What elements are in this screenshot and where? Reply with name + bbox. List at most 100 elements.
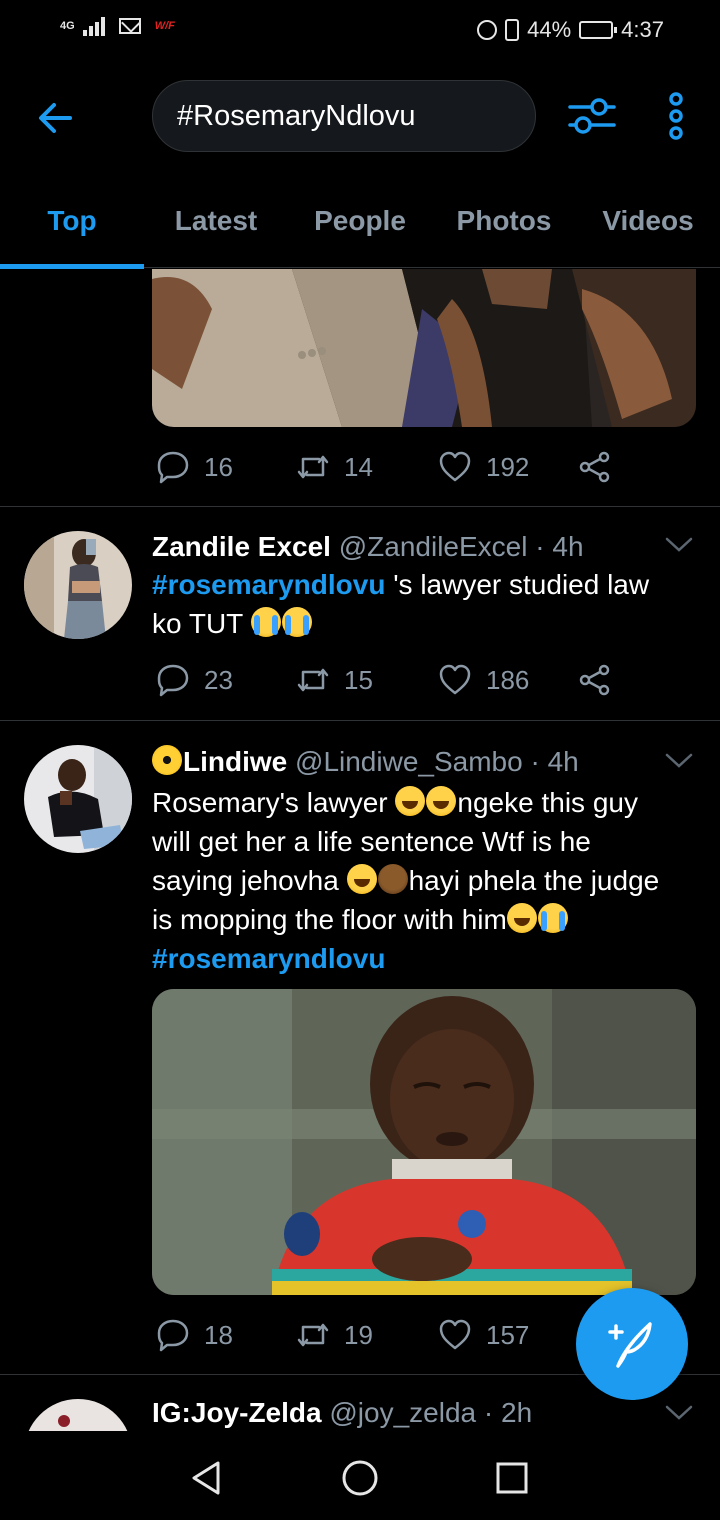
reply-count: 23	[204, 664, 233, 695]
mail-icon	[118, 18, 141, 34]
avatar[interactable]	[24, 531, 132, 639]
system-back-button[interactable]	[186, 1458, 226, 1498]
retweet-count: 14	[344, 451, 373, 482]
back-arrow-icon	[39, 103, 72, 133]
status-left: 4G W/F	[60, 16, 175, 36]
tab-people[interactable]: People	[288, 180, 432, 268]
tweet-author-handle[interactable]: @joy_zelda	[329, 1397, 476, 1428]
crying-emoji-icon	[537, 903, 568, 933]
tweet-author-handle[interactable]: @Lindiwe_Sambo	[295, 746, 523, 777]
tweet-text-line: Rosemary's lawyer	[152, 787, 396, 818]
crying-emoji-icon	[250, 607, 281, 637]
retweet-icon	[297, 1323, 329, 1347]
like-count: 157	[486, 1319, 530, 1350]
tweet-media-photo[interactable]	[152, 989, 696, 1295]
top-bar: #RosemaryNdlovu	[0, 60, 720, 180]
retweet-button[interactable]: 19	[296, 1318, 373, 1352]
like-icon	[439, 1319, 471, 1350]
avatar-image	[24, 745, 132, 853]
home-circle-icon	[342, 1460, 378, 1496]
like-count: 186	[486, 664, 530, 695]
tweet-media-photo[interactable]	[152, 269, 696, 427]
tweet-feed[interactable]: 16 14 192 Zandile Excel @ZandileExcel · …	[0, 269, 720, 1431]
tweet-time: · 4h	[530, 746, 579, 777]
system-home-button[interactable]	[340, 1458, 380, 1498]
laughing-emoji-icon	[506, 903, 537, 933]
back-triangle-icon	[192, 1461, 220, 1495]
tab-latest[interactable]: Latest	[144, 180, 288, 268]
like-count: 192	[486, 451, 530, 482]
share-button[interactable]	[578, 450, 612, 484]
more-vertical-icon	[669, 92, 683, 140]
compose-tweet-button[interactable]	[576, 1288, 688, 1400]
tweet-text: #rosemaryndlovu 's lawyer studied law ko…	[152, 565, 702, 643]
carrier-badge: W/F	[154, 20, 175, 32]
like-button[interactable]: 186	[438, 663, 529, 697]
search-tabs: Top Latest People Photos Videos	[0, 180, 720, 269]
tweet-text-line: ko TUT	[152, 608, 251, 639]
tweet-text-line: will get her a life sentence Wtf is he	[152, 826, 591, 857]
status-right: 44% 4:37	[477, 17, 664, 43]
avatar[interactable]	[24, 745, 132, 853]
avatar-image	[24, 531, 132, 639]
tweet-author-name[interactable]: IG:Joy-Zelda	[152, 1397, 322, 1428]
reply-count: 18	[204, 1319, 233, 1350]
tweet-menu-button[interactable]	[664, 1403, 694, 1423]
tweet-menu-button[interactable]	[664, 535, 694, 555]
alarm-icon	[477, 20, 498, 40]
tweet-text-line: hayi phela the judge	[408, 865, 660, 896]
tweet-text-line: is mopping the floor with him	[152, 904, 507, 935]
retweet-icon	[297, 455, 329, 479]
like-icon	[439, 451, 471, 482]
tweet-actions: 18 19 157	[152, 1318, 622, 1358]
status-bar: 4G W/F 44% 4:37	[0, 0, 720, 60]
battery-icon	[579, 21, 618, 39]
tweet-author-handle[interactable]: @ZandileExcel	[339, 531, 528, 562]
retweet-button[interactable]: 15	[296, 663, 373, 697]
tweet-text-line: saying jehovha	[152, 865, 347, 896]
back-button[interactable]	[34, 96, 78, 140]
laughing-emoji-icon	[346, 864, 377, 894]
system-recents-button[interactable]	[492, 1458, 532, 1498]
tweet-text-line: 's lawyer studied law	[385, 569, 650, 600]
vibrate-icon	[505, 19, 520, 41]
search-input[interactable]: #RosemaryNdlovu	[152, 80, 536, 152]
tweet-header: IG:Joy-Zelda @joy_zelda · 2h	[152, 1397, 662, 1429]
photo-man-in-suit-praying	[152, 269, 696, 427]
crying-emoji-icon	[281, 607, 312, 637]
reply-count: 16	[204, 451, 233, 482]
reply-button[interactable]: 16	[156, 450, 233, 484]
share-button[interactable]	[578, 663, 612, 697]
tab-videos[interactable]: Videos	[576, 180, 720, 268]
retweet-button[interactable]: 14	[296, 450, 373, 484]
filter-sliders-icon	[568, 98, 616, 134]
tweet-author-name[interactable]: Lindiwe	[183, 746, 287, 777]
recents-square-icon	[496, 1462, 528, 1494]
retweet-icon	[297, 668, 329, 692]
dvd-emoji-icon	[152, 745, 182, 775]
reply-button[interactable]: 18	[156, 1318, 233, 1352]
more-options-button[interactable]	[660, 92, 692, 140]
chevron-down-icon	[665, 537, 693, 552]
signal-icon	[82, 16, 105, 36]
tab-top[interactable]: Top	[0, 180, 144, 269]
tweet-author-name[interactable]: Zandile Excel	[152, 531, 331, 562]
tab-photos[interactable]: Photos	[432, 180, 576, 268]
reply-icon	[157, 1319, 189, 1352]
tweet-actions: 16 14 192	[152, 450, 622, 490]
hashtag-link[interactable]: #rosemaryndlovu	[152, 943, 385, 974]
avatar[interactable]	[24, 1399, 132, 1431]
clock: 4:37	[621, 17, 664, 42]
tweet-menu-button[interactable]	[664, 751, 694, 771]
reply-button[interactable]: 23	[156, 663, 233, 697]
tweet-time: · 4h	[535, 531, 584, 562]
like-button[interactable]: 192	[438, 450, 529, 484]
chevron-down-icon	[665, 753, 693, 768]
like-button[interactable]: 157	[438, 1318, 529, 1352]
system-nav-bar	[0, 1432, 720, 1520]
search-filter-button[interactable]	[568, 94, 616, 138]
avatar-image	[24, 1399, 132, 1431]
retweet-count: 15	[344, 664, 373, 695]
hashtag-link[interactable]: #rosemaryndlovu	[152, 569, 385, 600]
share-icon	[579, 664, 610, 696]
